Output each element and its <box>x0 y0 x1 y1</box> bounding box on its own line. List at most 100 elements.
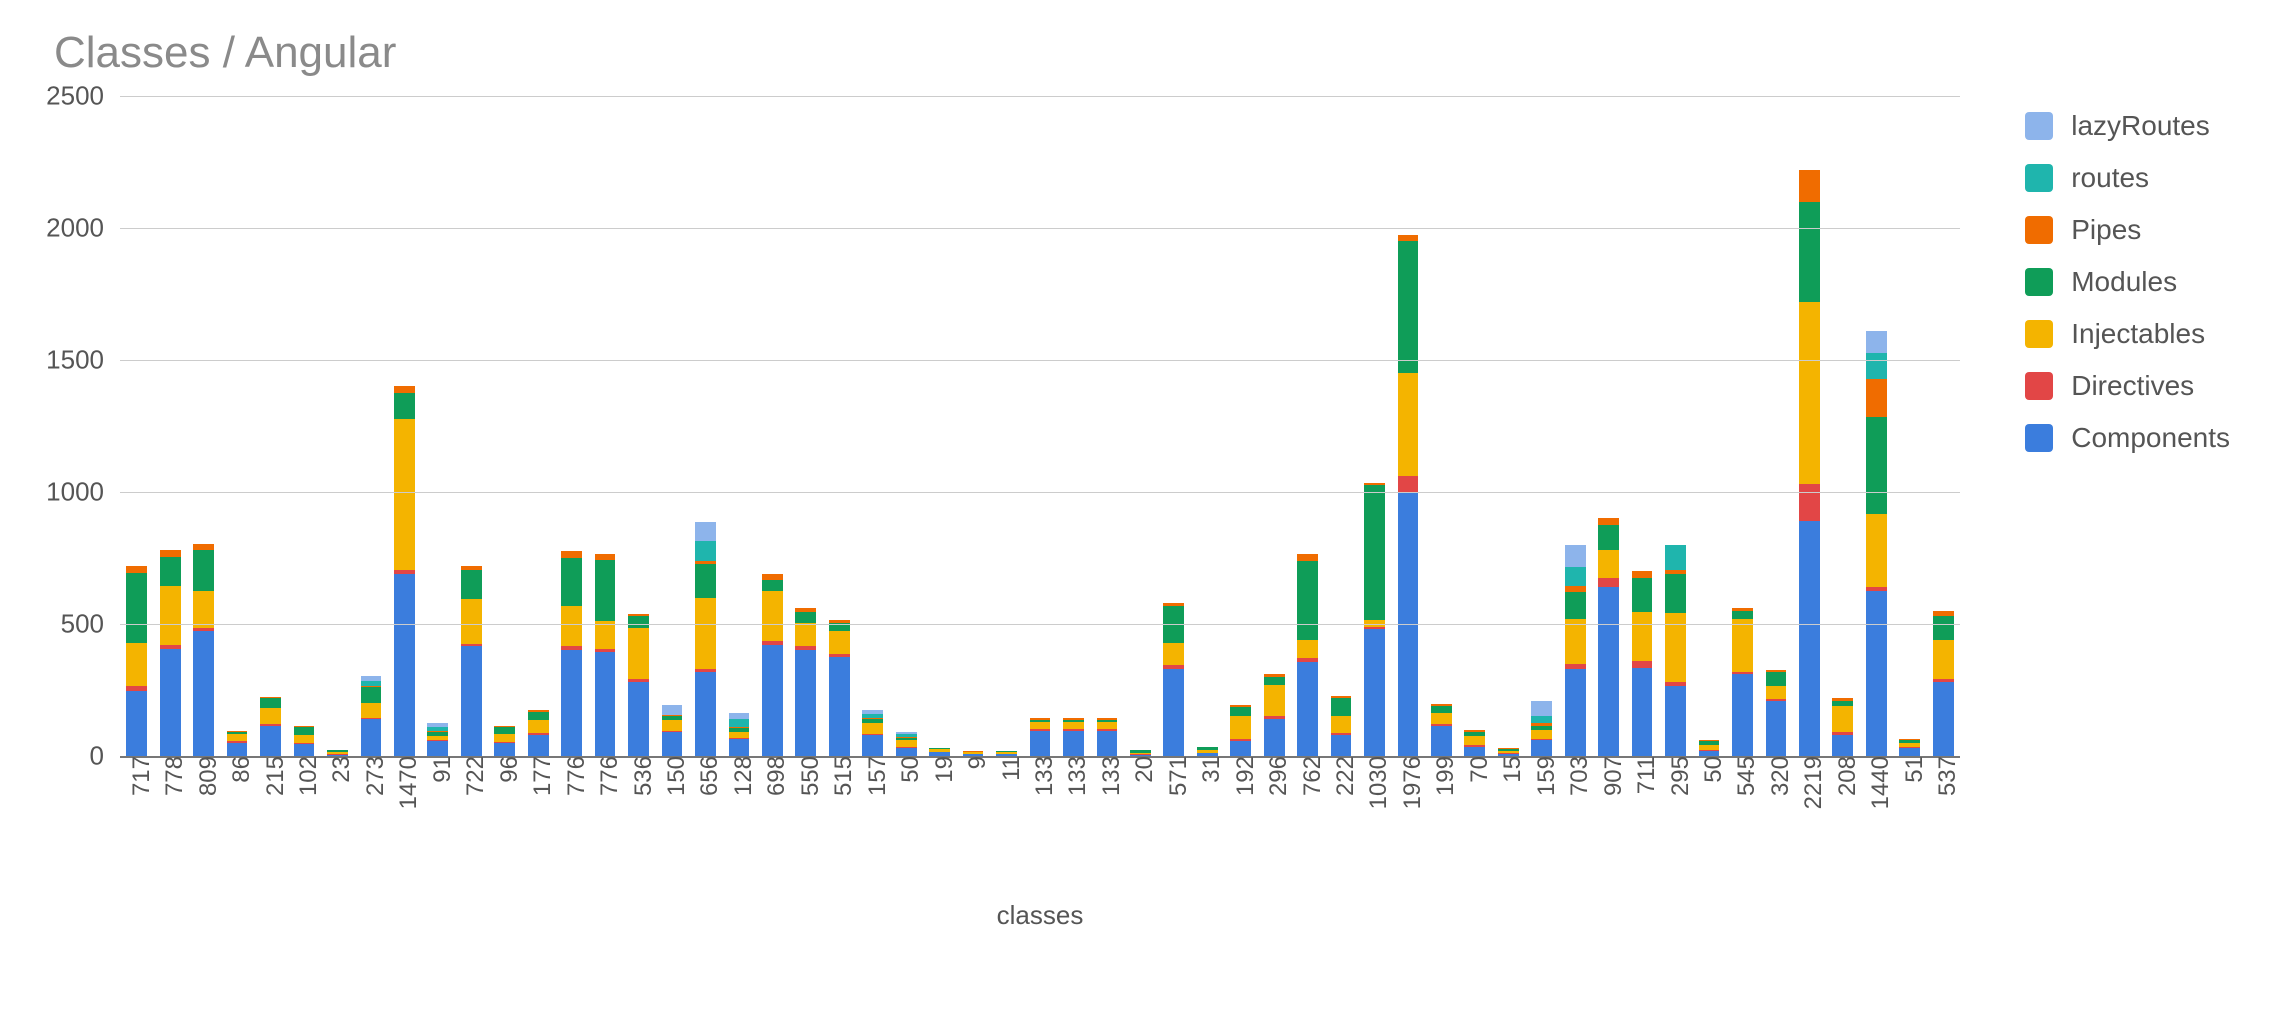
bar-slot: 2219 <box>1793 96 1826 756</box>
bar-segment-injectables <box>461 599 482 644</box>
bar-segment-modules <box>126 573 147 643</box>
stacked-bar <box>528 710 549 756</box>
stacked-bar <box>1498 748 1519 756</box>
bar-segment-injectables <box>1799 302 1820 484</box>
bar-segment-components <box>528 735 549 756</box>
y-tick-label: 2500 <box>46 81 120 112</box>
bar-slot: 133 <box>1057 96 1090 756</box>
bar-segment-injectables <box>1565 619 1586 664</box>
legend: lazyRoutesroutesPipesModulesInjectablesD… <box>2025 110 2230 474</box>
stacked-bar <box>1297 554 1318 756</box>
bar-segment-components <box>1264 719 1285 756</box>
bar-slot: 1470 <box>388 96 421 756</box>
x-tick-label: 722 <box>452 756 490 796</box>
bar-segment-injectables <box>1331 716 1352 733</box>
bar-segment-pipes <box>1632 571 1653 578</box>
bar-segment-modules <box>1431 706 1452 713</box>
bar-segment-pipes <box>1398 235 1419 242</box>
bar-segment-components <box>227 743 248 756</box>
bar-slot: 96 <box>488 96 521 756</box>
x-tick-label: 23 <box>318 756 356 783</box>
bar-segment-components <box>1866 591 1887 756</box>
stacked-bar <box>1732 608 1753 756</box>
bar-slot: 86 <box>220 96 253 756</box>
bar-segment-injectables <box>695 598 716 669</box>
bar-slot: 809 <box>187 96 220 756</box>
bar-slot: 776 <box>588 96 621 756</box>
bar-segment-injectables <box>361 703 382 718</box>
stacked-bar <box>1665 545 1686 756</box>
bar-slot: 1030 <box>1358 96 1391 756</box>
bar-slot: 545 <box>1726 96 1759 756</box>
bar-slot: 656 <box>689 96 722 756</box>
x-tick-label: 133 <box>1054 756 1092 796</box>
bar-segment-modules <box>1230 707 1251 716</box>
chart: Classes / Angular 7177788098621510223273… <box>0 0 2270 1020</box>
bar-segment-pipes <box>1799 170 1820 202</box>
x-axis-label: classes <box>120 900 1960 931</box>
grid-line <box>120 96 1960 97</box>
x-tick-label: 698 <box>753 756 791 796</box>
bar-segment-components <box>896 748 917 756</box>
stacked-bar <box>929 748 950 756</box>
bar-segment-components <box>628 682 649 756</box>
bar-segment-injectables <box>160 586 181 645</box>
bar-slot: 51 <box>1893 96 1926 756</box>
stacked-bar <box>160 550 181 756</box>
bar-segment-components <box>1063 731 1084 756</box>
stacked-bar <box>1197 747 1218 756</box>
stacked-bar <box>1766 670 1787 756</box>
bar-slot: 31 <box>1191 96 1224 756</box>
bar-slot: 571 <box>1157 96 1190 756</box>
bar-segment-injectables <box>494 734 515 742</box>
x-tick-label: 86 <box>218 756 256 783</box>
bar-slot: 15 <box>1492 96 1525 756</box>
bar-slot: 320 <box>1759 96 1792 756</box>
bar-segment-injectables <box>1297 640 1318 658</box>
stacked-bar <box>595 554 616 756</box>
bar-segment-modules <box>695 564 716 598</box>
bar-segment-injectables <box>862 723 883 734</box>
bar-slot: 717 <box>120 96 153 756</box>
bar-segment-directives <box>1598 578 1619 587</box>
stacked-bar <box>1163 603 1184 756</box>
bar-segment-injectables <box>561 606 582 647</box>
bar-slot: 159 <box>1525 96 1558 756</box>
x-tick-label: 9 <box>954 756 992 769</box>
stacked-bar <box>795 608 816 756</box>
x-tick-label: 15 <box>1489 756 1527 783</box>
stacked-bar <box>394 386 415 756</box>
bar-slot: 91 <box>421 96 454 756</box>
stacked-bar <box>729 713 750 757</box>
grid-line <box>120 492 1960 493</box>
bar-segment-injectables <box>795 623 816 647</box>
bar-slot: 128 <box>722 96 755 756</box>
bar-segment-components <box>1732 674 1753 756</box>
bar-segment-modules <box>494 727 515 734</box>
legend-swatch <box>2025 268 2053 296</box>
legend-swatch <box>2025 320 2053 348</box>
bar-segment-modules <box>1933 616 1954 640</box>
bar-segment-components <box>1097 731 1118 756</box>
bar-segment-modules <box>1398 241 1419 373</box>
bar-segment-lazyroutes <box>695 522 716 542</box>
stacked-bar <box>227 731 248 756</box>
bar-segment-lazyroutes <box>1866 331 1887 353</box>
stacked-bar <box>361 676 382 756</box>
bar-segment-modules <box>294 727 315 735</box>
y-tick-label: 1500 <box>46 345 120 376</box>
bar-segment-pipes <box>1598 518 1619 525</box>
bar-segment-injectables <box>294 735 315 743</box>
bar-segment-lazyroutes <box>729 713 750 720</box>
x-tick-label: 907 <box>1590 756 1628 796</box>
stacked-bar <box>662 705 683 756</box>
x-tick-label: 545 <box>1723 756 1761 796</box>
stacked-bar <box>427 723 448 756</box>
x-tick-label: 537 <box>1924 756 1962 796</box>
legend-label: Components <box>2071 422 2230 454</box>
bar-segment-injectables <box>762 591 783 641</box>
y-tick-label: 0 <box>90 741 120 772</box>
bar-segment-injectables <box>227 734 248 741</box>
bar-slot: 711 <box>1625 96 1658 756</box>
bar-segment-pipes <box>762 574 783 581</box>
